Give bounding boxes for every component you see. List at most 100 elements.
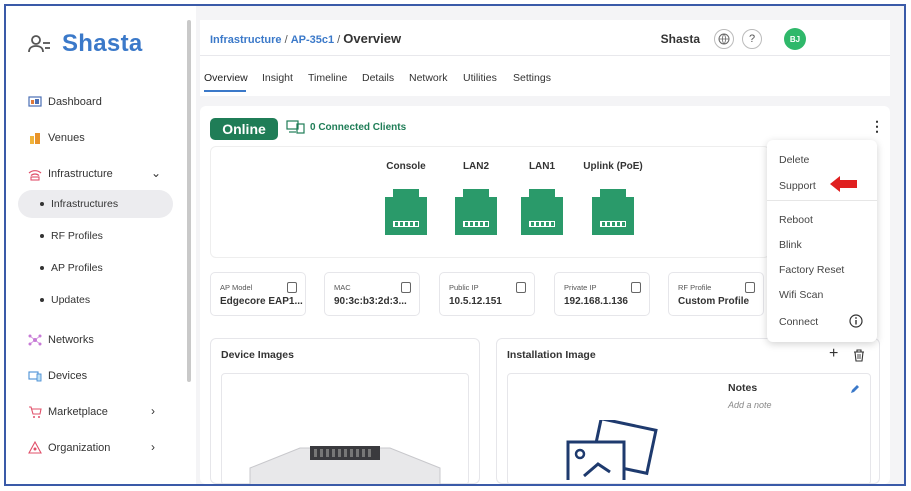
chevron-down-icon[interactable]: ⌄ xyxy=(151,166,161,180)
menu-item-reboot[interactable]: Reboot xyxy=(779,214,813,226)
info-key: AP Model xyxy=(220,283,253,292)
info-rf-profile: RF Profile Custom Profile xyxy=(668,272,764,316)
menu-item-factory-reset[interactable]: Factory Reset xyxy=(779,264,844,276)
copy-icon[interactable] xyxy=(516,282,526,293)
sidebar-subitem-label: RF Profiles xyxy=(51,230,103,242)
info-private-ip: Private IP 192.168.1.136 xyxy=(554,272,650,316)
tab-network[interactable]: Network xyxy=(409,72,448,84)
avatar[interactable]: BJ xyxy=(784,28,806,50)
menu-item-blink[interactable]: Blink xyxy=(779,239,802,251)
port-label: Uplink (PoE) xyxy=(583,161,643,172)
info-icon[interactable] xyxy=(849,314,863,328)
breadcrumb-infrastructure[interactable]: Infrastructure xyxy=(210,34,282,46)
info-value: Edgecore EAP1... xyxy=(220,296,303,307)
info-value: Custom Profile xyxy=(678,296,750,307)
info-mac: MAC 90:3c:b3:2d:3... xyxy=(324,272,420,316)
sidebar-subitem-updates[interactable]: Updates xyxy=(40,294,90,306)
menu-item-connect[interactable]: Connect xyxy=(779,316,818,328)
menu-item-wifi-scan[interactable]: Wifi Scan xyxy=(779,289,823,301)
top-bar-actions: Shasta ? BJ xyxy=(661,28,806,50)
network-globe-icon[interactable] xyxy=(714,29,734,49)
sidebar-subitem-label: Infrastructures xyxy=(51,198,119,210)
devices-icon xyxy=(28,371,42,382)
sidebar-item-infrastructure[interactable]: Infrastructure xyxy=(28,167,113,181)
bullet-icon xyxy=(40,266,44,270)
more-options-icon[interactable]: ⋮ xyxy=(870,118,884,135)
org-name: Shasta xyxy=(660,32,700,46)
notes-title: Notes xyxy=(728,382,758,394)
port-label: LAN2 xyxy=(462,161,490,172)
tab-insight[interactable]: Insight xyxy=(262,72,293,84)
brand[interactable]: Shasta xyxy=(28,30,143,58)
ethernet-port-icon xyxy=(521,189,563,235)
device-images-panel: Device Images xyxy=(210,338,480,484)
copy-icon[interactable] xyxy=(745,282,755,293)
tab-timeline[interactable]: Timeline xyxy=(308,72,347,84)
info-ap-model: AP Model Edgecore EAP1... xyxy=(210,272,306,316)
sidebar-subitem-label: AP Profiles xyxy=(51,262,103,274)
notes-input[interactable]: Add a note xyxy=(728,400,772,410)
info-value: 192.168.1.136 xyxy=(564,296,628,307)
sidebar-item-dashboard[interactable]: Dashboard xyxy=(28,95,102,109)
chevron-right-icon[interactable]: › xyxy=(151,404,155,418)
sidebar-item-organization[interactable]: Organization xyxy=(28,441,110,455)
menu-item-delete[interactable]: Delete xyxy=(779,154,809,166)
sidebar-subitem-rf-profiles[interactable]: RF Profiles xyxy=(40,230,103,242)
breadcrumb-device[interactable]: AP-35c1 xyxy=(291,34,334,46)
menu-divider xyxy=(767,200,877,201)
add-icon[interactable]: + xyxy=(829,345,838,363)
installation-image-frame[interactable]: Notes Add a note xyxy=(507,373,871,484)
sidebar-item-label: Marketplace xyxy=(48,406,108,418)
top-bar: Infrastructure / AP-35c1 / Overview Shas… xyxy=(200,20,890,56)
sidebar-item-venues[interactable]: Venues xyxy=(28,131,85,145)
ports-panel: Console LAN2 LAN1 Uplink (PoE) xyxy=(210,146,770,258)
sidebar-item-label: Networks xyxy=(48,334,94,346)
tab-utilities[interactable]: Utilities xyxy=(463,72,497,84)
info-value: 90:3c:b3:2d:3... xyxy=(334,296,407,307)
port-uplink-poe: Uplink (PoE) xyxy=(583,161,643,235)
sidebar-subitem-infrastructures[interactable]: Infrastructures xyxy=(40,198,118,210)
tab-overview[interactable]: Overview xyxy=(204,72,248,84)
ethernet-port-icon xyxy=(455,189,497,235)
sidebar-item-label: Infrastructure xyxy=(48,168,113,180)
bullet-icon xyxy=(40,298,44,302)
info-key: Public IP xyxy=(449,283,479,292)
sidebar-item-label: Venues xyxy=(48,132,85,144)
installation-image-panel: Installation Image + Notes Add a note xyxy=(496,338,880,484)
sidebar-subitem-ap-profiles[interactable]: AP Profiles xyxy=(40,262,103,274)
chevron-right-icon[interactable]: › xyxy=(151,440,155,454)
tab-details[interactable]: Details xyxy=(362,72,394,84)
copy-icon[interactable] xyxy=(631,282,641,293)
port-lan1: LAN1 xyxy=(517,161,567,235)
device-images-title: Device Images xyxy=(221,349,294,361)
device-image-frame[interactable] xyxy=(221,373,469,484)
trash-icon[interactable] xyxy=(853,349,865,362)
copy-icon[interactable] xyxy=(287,282,297,293)
access-point-image xyxy=(249,446,441,484)
edit-pencil-icon[interactable] xyxy=(850,384,860,394)
more-options-menu: Delete Support Reboot Blink Factory Rese… xyxy=(767,140,877,342)
sidebar-item-label: Organization xyxy=(48,442,111,454)
venues-icon xyxy=(30,133,40,144)
port-label: Console xyxy=(386,161,426,172)
info-value: 10.5.12.151 xyxy=(449,296,502,307)
dashboard-icon xyxy=(28,96,42,107)
app-window: Shasta Dashboard Venues Infrastructure ⌄… xyxy=(4,4,906,486)
bullet-icon xyxy=(40,234,44,238)
ethernet-port-icon xyxy=(385,189,427,235)
red-arrow-annotation-icon xyxy=(830,176,857,192)
ethernet-port-icon xyxy=(592,189,634,235)
connected-clients[interactable]: 0 Connected Clients xyxy=(286,119,406,135)
tab-settings[interactable]: Settings xyxy=(513,72,551,84)
menu-item-support[interactable]: Support xyxy=(779,180,816,192)
sidebar-item-label: Devices xyxy=(48,370,88,382)
copy-icon[interactable] xyxy=(401,282,411,293)
sidebar-item-marketplace[interactable]: Marketplace xyxy=(28,405,108,419)
help-icon[interactable]: ? xyxy=(742,29,762,49)
sidebar-scrollbar[interactable] xyxy=(187,20,191,382)
sidebar-item-devices[interactable]: Devices xyxy=(28,369,87,383)
info-key: MAC xyxy=(334,283,351,292)
cart-icon xyxy=(29,406,42,418)
info-key: Private IP xyxy=(564,283,597,292)
sidebar-item-networks[interactable]: Networks xyxy=(28,333,94,347)
